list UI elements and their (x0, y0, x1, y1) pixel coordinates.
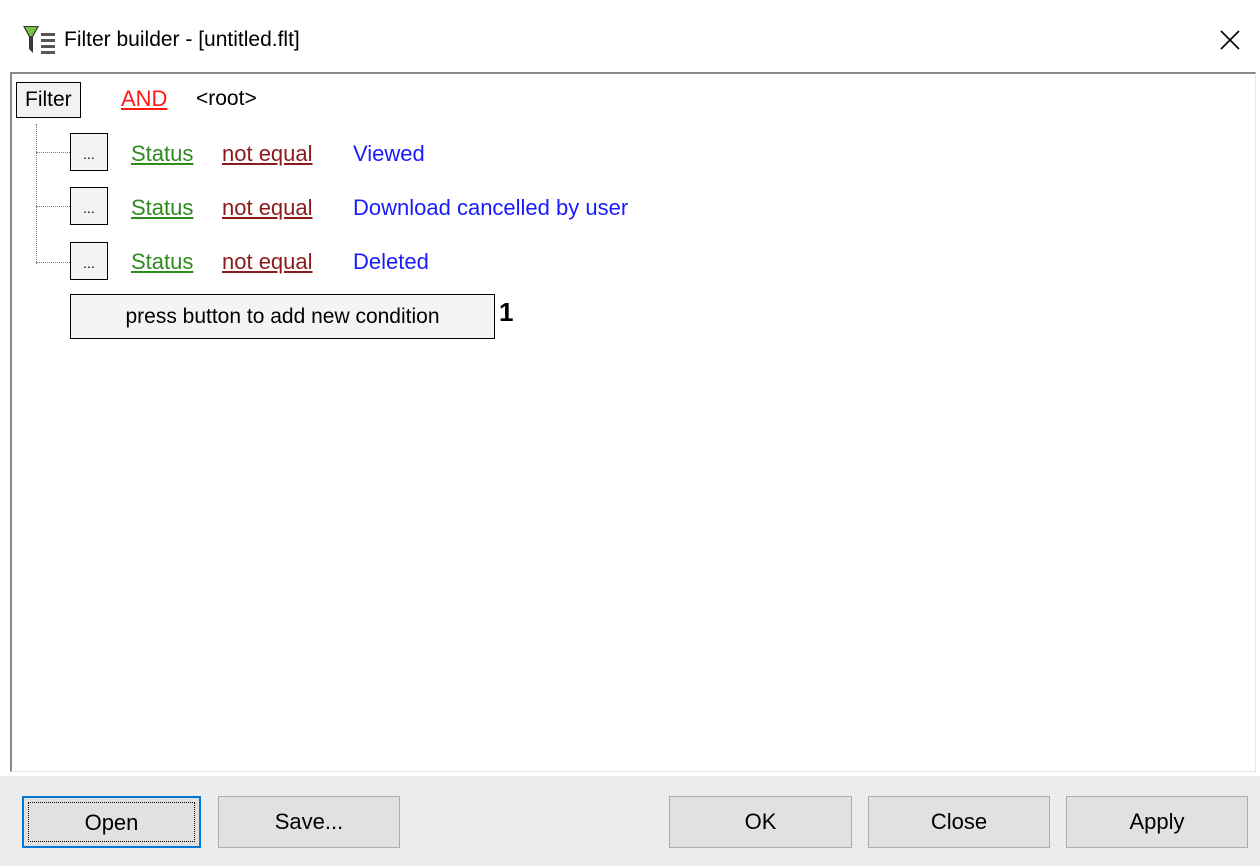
condition-value[interactable]: Download cancelled by user (353, 195, 628, 221)
apply-button[interactable]: Apply (1066, 796, 1248, 848)
filter-tree-panel[interactable] (10, 72, 1256, 772)
ok-button[interactable]: OK (669, 796, 852, 848)
callout-marker: 1 (499, 297, 514, 327)
condition-field[interactable]: Status (131, 249, 193, 275)
ok-button-label: OK (744, 809, 777, 834)
condition-field[interactable]: Status (131, 141, 193, 167)
condition-field[interactable]: Status (131, 195, 193, 221)
filter-root-button[interactable]: Filter (16, 82, 81, 118)
close-button[interactable]: Close (868, 796, 1050, 848)
root-label: <root> (196, 87, 257, 110)
condition-operator[interactable]: not equal (222, 141, 313, 167)
root-group-operator[interactable]: AND (121, 86, 167, 112)
condition-menu-button[interactable]: ... (70, 187, 108, 225)
condition-menu-button[interactable]: ... (70, 242, 108, 280)
close-button-label: Close (930, 809, 988, 834)
save-button[interactable]: Save... (218, 796, 400, 848)
save-button-label: Save... (274, 809, 344, 834)
tree-branch (36, 152, 70, 153)
condition-value[interactable]: Viewed (353, 141, 425, 167)
close-window-button[interactable] (1210, 20, 1250, 60)
tree-line (36, 124, 37, 264)
apply-button-label: Apply (1129, 809, 1185, 834)
filter-builder-icon (22, 25, 56, 55)
condition-operator[interactable]: not equal (222, 195, 313, 221)
tree-branch (36, 262, 70, 263)
condition-operator[interactable]: not equal (222, 249, 313, 275)
condition-value[interactable]: Deleted (353, 249, 429, 275)
tree-branch (36, 206, 70, 207)
add-condition-button[interactable]: press button to add new condition (70, 294, 495, 339)
close-icon (1220, 30, 1240, 50)
open-button[interactable]: Open (22, 796, 201, 848)
focus-rectangle (28, 802, 195, 842)
title-bar: Filter builder - [untitled.flt] (0, 0, 1260, 78)
condition-menu-button[interactable]: ... (70, 133, 108, 171)
window-title: Filter builder - [untitled.flt] (64, 28, 300, 51)
